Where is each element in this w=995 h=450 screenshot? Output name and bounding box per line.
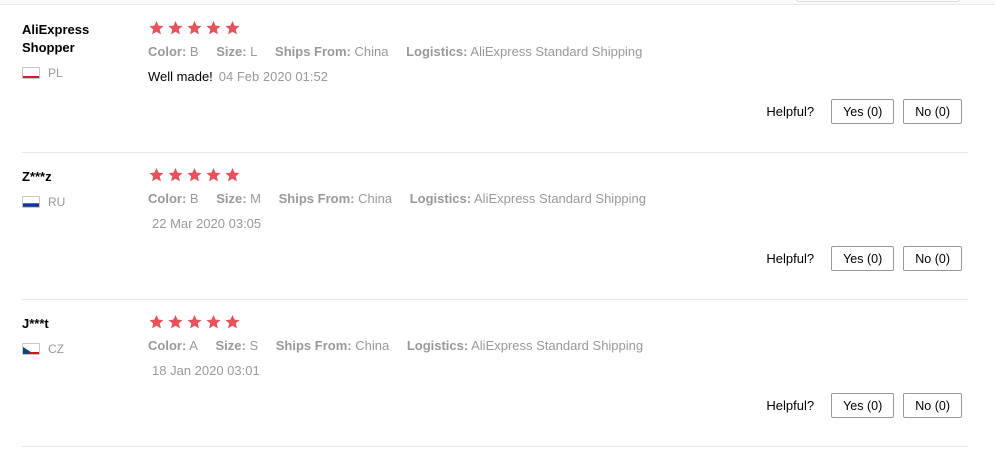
attr-logistics: Logistics: AliExpress Standard Shipping [409,191,647,206]
product-attributes: Color: B Size: L Ships From: China Logis… [148,44,656,59]
star-icon [168,315,183,329]
star-icon [187,315,202,329]
product-attributes: Color: B Size: M Ships From: China Logis… [148,191,660,206]
helpful-no-button[interactable]: No (0) [903,393,962,418]
helpful-controls: Helpful? Yes (0) No (0) [766,99,962,124]
attr-size: Size: S [215,338,259,353]
helpful-controls: Helpful? Yes (0) No (0) [766,246,962,271]
helpful-label: Helpful? [766,398,815,413]
review-date: 04 Feb 2020 01:52 [218,69,328,84]
review-item: AliExpress Shopper PL Color: B Size: L S… [0,6,968,153]
reviewer-country: PL [22,66,63,80]
star-icon [206,21,221,35]
star-icon [149,21,164,35]
reviewer-name: AliExpress Shopper [22,22,90,55]
helpful-controls: Helpful? Yes (0) No (0) [766,393,962,418]
attr-logistics: Logistics: AliExpress Standard Shipping [406,44,643,59]
country-code: CZ [48,342,64,356]
star-icon [168,21,183,35]
reviewer-name: J***t [22,316,49,331]
country-code: PL [48,66,63,80]
review-comment: Well made! 04 Feb 2020 01:52 [148,69,328,84]
star-icon [149,315,164,329]
helpful-yes-button[interactable]: Yes (0) [831,246,895,271]
product-attributes: Color: A Size: S Ships From: China Logis… [148,338,657,353]
helpful-label: Helpful? [766,251,815,266]
star-icon [206,315,221,329]
comment-text: Well made! [148,69,213,84]
review-date: 22 Mar 2020 03:05 [152,216,262,231]
helpful-yes-button[interactable]: Yes (0) [831,99,895,124]
reviewer-name: Z***z [22,169,52,184]
helpful-yes-button[interactable]: Yes (0) [831,393,895,418]
attr-ships-from: Ships From: China [275,338,390,353]
reviewer-country: RU [22,195,65,209]
reviews-page: AliExpress Shopper PL Color: B Size: L S… [0,0,995,450]
review-item: J***t CZ Color: A Size: S Ships From: Ch… [0,300,968,447]
helpful-no-button[interactable]: No (0) [903,246,962,271]
country-code: RU [48,195,66,209]
attr-color: Color: B [148,191,199,206]
star-icon [168,168,183,182]
helpful-no-button[interactable]: No (0) [903,99,962,124]
rating-stars [148,20,241,36]
star-icon [225,21,240,35]
attr-ships-from: Ships From: China [278,191,393,206]
reviewer-country: CZ [22,342,64,356]
review-comment: 22 Mar 2020 03:05 [152,216,261,231]
attr-size: Size: L [216,44,258,59]
star-icon [149,168,164,182]
attr-color: Color: A [148,338,198,353]
star-icon [225,315,240,329]
review-item: Z***z RU Color: B Size: M Ships From: Ch… [0,153,968,300]
flag-poland-icon [22,67,40,79]
review-comment: 18 Jan 2020 03:01 [152,363,260,378]
rating-stars [148,314,241,330]
flag-russia-icon [22,196,40,208]
rating-stars [148,167,241,183]
review-date: 18 Jan 2020 03:01 [152,363,260,378]
star-icon [187,168,202,182]
attr-ships-from: Ships From: China [275,44,389,59]
star-icon [225,168,240,182]
star-icon [206,168,221,182]
attr-logistics: Logistics: AliExpress Standard Shipping [406,338,644,353]
attr-size: Size: M [216,191,262,206]
helpful-label: Helpful? [766,104,815,119]
review-divider [22,446,968,447]
flag-czechia-icon [22,343,40,355]
attr-color: Color: B [148,44,199,59]
star-icon [187,21,202,35]
top-control[interactable] [796,0,960,2]
